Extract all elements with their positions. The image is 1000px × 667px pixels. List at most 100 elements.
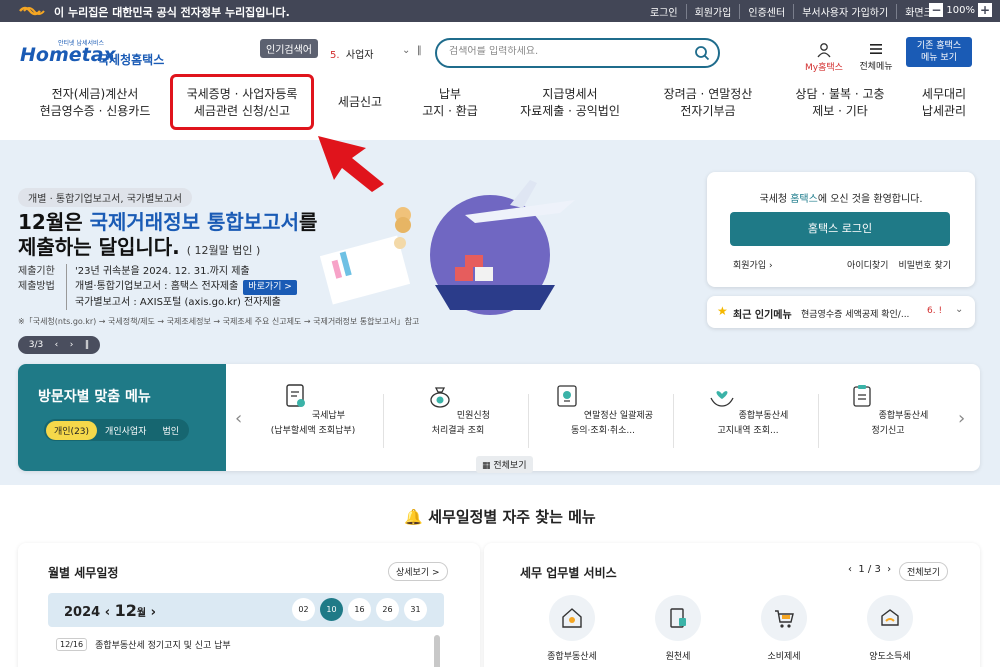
visitor-tabs: 개인(23) 개인사업자 법인 <box>44 419 190 441</box>
visitor-item-property-tax-filing[interactable]: 종합부동산세 정기신고 <box>818 382 958 439</box>
prev-arrow-icon[interactable]: ‹ <box>235 408 242 429</box>
schedule-text: 종합부동산세 정기고지 및 신고 납부 <box>95 641 231 651</box>
house-icon <box>549 595 595 641</box>
search-icon[interactable] <box>694 45 710 61</box>
visitor-item-property-tax-notice[interactable]: 종합부동산세 고지내역 조회... <box>678 382 818 439</box>
cert-center-link[interactable]: 인증센터 <box>739 4 793 19</box>
prev-slide-icon[interactable]: ‹ <box>55 340 59 350</box>
day-button-selected[interactable]: 10 <box>320 598 343 621</box>
join-link[interactable]: 회원가입 › <box>733 258 773 271</box>
all-menu-button[interactable]: 전체메뉴 <box>855 42 897 72</box>
services-view-all-button[interactable]: 전체보기 <box>899 562 949 581</box>
nav-label: 상담 · 불복 · 고충 <box>795 87 885 101</box>
visitor-view-all-button[interactable]: ▦ 전체보기 <box>476 456 533 473</box>
recent-popular-rank: 6. ! <box>927 306 943 316</box>
service-property-tax[interactable]: 종합부동산세 <box>534 595 610 662</box>
signup-link[interactable]: 회원가입 <box>685 4 740 19</box>
next-arrow-icon[interactable]: › <box>958 408 965 429</box>
pause-icon[interactable]: ‖ <box>85 340 90 350</box>
go-shortcut-button[interactable]: 바로가기 > <box>243 280 297 295</box>
nav-payment-statement[interactable]: 지급명세서 자료제출 · 공익법인 <box>505 86 635 120</box>
recent-popular-menu[interactable]: ★ 최근 인기메뉴 현금영수증 세액공제 확인/... 6. ! ⌄ <box>707 296 975 328</box>
hero-title-line2: 제출하는 달입니다. <box>18 235 180 259</box>
popular-search-term[interactable]: 5. 사업자 <box>330 46 374 61</box>
visitor-item-tax-payment[interactable]: 국세납부 (납부할세액 조회납부) <box>243 382 383 439</box>
nav-payment[interactable]: 납부 고지 · 환급 <box>405 86 495 120</box>
day-button[interactable]: 26 <box>376 598 399 621</box>
hero-tag: 개별 · 통합기업보고서, 국가별보고서 <box>18 188 192 207</box>
day-button[interactable]: 31 <box>404 598 427 621</box>
old-menu-line2: 메뉴 보기 <box>921 53 957 63</box>
tab-individual[interactable]: 개인(23) <box>46 420 98 440</box>
find-id-link[interactable]: 아이디찾기 <box>847 258 888 271</box>
search-input[interactable] <box>449 46 689 57</box>
nav-label: 전자(세금)계산서 <box>51 87 139 101</box>
service-label: 원천세 <box>665 652 691 662</box>
logo-korean: 국세청홈택스 <box>98 53 165 67</box>
certificate-icon <box>557 385 577 407</box>
old-menu-button[interactable]: 기존 홈택스 메뉴 보기 <box>906 37 972 67</box>
zoom-level: 100% <box>946 4 975 16</box>
visitor-item-sublabel: (납부할세액 조회납부) <box>270 426 356 436</box>
government-flag-icon <box>19 6 45 16</box>
schedule-item[interactable]: 12/16 종합부동산세 정기고지 및 신고 납부 <box>56 638 231 651</box>
tab-sole-proprietor[interactable]: 개인사업자 <box>97 421 154 440</box>
services-pager-count: 1 / 3 <box>858 564 881 575</box>
prev-page-icon[interactable]: ‹ <box>848 564 852 575</box>
service-consumption-tax[interactable]: 소비제세 <box>746 595 822 662</box>
hero-title-part: 12월은 <box>18 210 90 234</box>
visitor-item-civil-request[interactable]: 민원신청 처리결과 조회 <box>388 382 528 439</box>
zoom-in-button[interactable]: + <box>978 3 992 17</box>
cart-icon <box>761 595 807 641</box>
gov-banner: 이 누리집은 대한민국 공식 전자정부 누리집입니다. 로그인 회원가입 인증센… <box>0 0 1000 22</box>
nav-sublabel: 현금영수증 · 신용카드 <box>39 104 151 118</box>
nav-tax-agent[interactable]: 세무대리 납세관리 <box>912 86 976 120</box>
hero-info: 제출기한 '23년 귀속분을 2024. 12. 31.까지 제출 제출방법 개별·… <box>18 264 297 310</box>
visitor-item-label: 연말정산 일괄제공 <box>583 411 653 421</box>
nav-label: 장려금 · 연말정산 <box>663 87 753 101</box>
scrollbar[interactable] <box>434 635 440 667</box>
section-title-text: 세무일정별 자주 찾는 메뉴 <box>428 508 596 526</box>
nav-incentive[interactable]: 장려금 · 연말정산 전자기부금 <box>648 86 768 120</box>
schedule-detail-button[interactable]: 상세보기 > <box>388 562 448 581</box>
hometax-logo[interactable]: 안티넷 납세서비스 Hometax 국세청홈택스 <box>18 36 168 72</box>
next-slide-icon[interactable]: › <box>70 340 74 350</box>
next-month-icon[interactable]: › <box>151 605 156 620</box>
popular-search-controls[interactable]: ⌄ ‖ <box>402 45 422 56</box>
account-links: 회원가입 › 아이디찾기 비밀번호 찾기 <box>733 258 951 271</box>
tab-corporation[interactable]: 법인 <box>154 421 187 440</box>
login-link[interactable]: 로그인 <box>642 4 686 19</box>
nav-label: 납부 <box>438 87 462 101</box>
day-button[interactable]: 16 <box>348 598 371 621</box>
next-page-icon[interactable]: › <box>887 564 891 575</box>
all-menu-label: 전체메뉴 <box>859 62 893 72</box>
zoom-out-button[interactable]: − <box>929 3 944 17</box>
clipboard-icon <box>853 385 871 407</box>
visitor-item-year-end-settlement[interactable]: 연말정산 일괄제공 동의·조회·취소... <box>533 382 673 439</box>
find-password-link[interactable]: 비밀번호 찾기 <box>898 258 951 271</box>
nav-tax-filing[interactable]: 세금신고 <box>330 94 390 111</box>
prev-month-icon[interactable]: ‹ <box>105 605 110 620</box>
dept-user-signup-link[interactable]: 부서사용자 가입하기 <box>793 4 896 19</box>
hero-pager-count: 3/3 <box>28 340 44 350</box>
welcome-part: 국세청 <box>759 194 791 205</box>
month-suffix: 월 <box>136 608 147 619</box>
method-value-1: 개별·통합기업보고서 : 홈택스 전자제출 바로가기 > <box>66 279 297 295</box>
gov-banner-text: 이 누리집은 대한민국 공식 전자정부 누리집입니다. <box>54 6 290 19</box>
hometax-login-button[interactable]: 홈택스 로그인 <box>730 212 950 246</box>
service-capital-gains-tax[interactable]: 양도소득세 <box>852 595 928 662</box>
nav-sublabel: 제보 · 기타 <box>812 104 868 118</box>
service-withholding-tax[interactable]: 원천세 <box>640 595 716 662</box>
recent-popular-label: 최근 인기메뉴 <box>733 310 792 321</box>
chevron-down-icon[interactable]: ⌄ <box>955 304 963 315</box>
nav-e-invoice[interactable]: 전자(세금)계산서현금영수증 · 신용카드 <box>30 86 160 120</box>
visitor-item-label: 민원신청 <box>456 411 490 421</box>
nav-consulting[interactable]: 상담 · 불복 · 고충제보 · 기타 <box>780 86 900 120</box>
star-icon: ★ <box>717 304 728 318</box>
day-button[interactable]: 02 <box>292 598 315 621</box>
popular-search-label: 인기검색어 <box>260 39 318 58</box>
my-hometax-button[interactable]: My홈택스 <box>802 42 846 73</box>
document-upload-icon <box>286 384 305 407</box>
red-arrow-icon <box>318 136 384 192</box>
nav-sublabel: 자료제출 · 공익법인 <box>520 104 620 118</box>
